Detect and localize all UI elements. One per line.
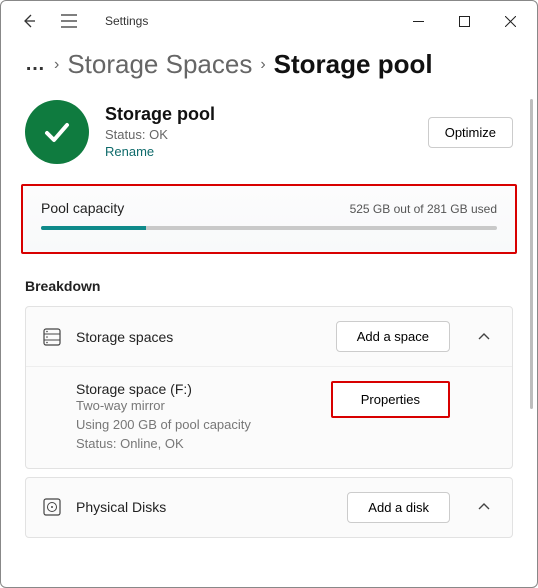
close-button[interactable] bbox=[487, 5, 533, 37]
scrollbar-vertical[interactable] bbox=[530, 99, 533, 409]
breadcrumb-current: Storage pool bbox=[274, 49, 433, 80]
pool-capacity-card: Pool capacity 525 GB out of 281 GB used bbox=[21, 184, 517, 254]
space-name: Storage space (F:) bbox=[76, 381, 317, 397]
capacity-label: Pool capacity bbox=[41, 200, 124, 216]
capacity-progress bbox=[41, 226, 497, 230]
collapse-toggle[interactable] bbox=[472, 330, 496, 344]
storage-spaces-label: Storage spaces bbox=[76, 329, 322, 345]
breadcrumb-more-icon[interactable]: … bbox=[25, 53, 46, 76]
add-disk-button[interactable]: Add a disk bbox=[347, 492, 450, 523]
capacity-value: 525 GB out of 281 GB used bbox=[350, 202, 497, 216]
physical-disks-icon bbox=[42, 497, 62, 517]
breadcrumb: … › Storage Spaces › Storage pool bbox=[1, 41, 537, 96]
storage-spaces-icon bbox=[42, 327, 62, 347]
optimize-button[interactable]: Optimize bbox=[428, 117, 513, 148]
chevron-right-icon: › bbox=[260, 56, 265, 74]
breadcrumb-parent[interactable]: Storage Spaces bbox=[67, 49, 252, 80]
chevron-right-icon: › bbox=[54, 56, 59, 74]
collapse-toggle[interactable] bbox=[472, 500, 496, 514]
space-type: Two-way mirror bbox=[76, 397, 317, 416]
breakdown-heading: Breakdown bbox=[25, 278, 537, 294]
space-usage: Using 200 GB of pool capacity bbox=[76, 416, 317, 435]
status-ok-icon bbox=[25, 100, 89, 164]
properties-button[interactable]: Properties bbox=[331, 381, 450, 418]
pool-title: Storage pool bbox=[105, 104, 412, 125]
add-space-button[interactable]: Add a space bbox=[336, 321, 450, 352]
physical-disks-label: Physical Disks bbox=[76, 499, 333, 515]
space-status: Status: Online, OK bbox=[76, 435, 317, 454]
rename-link[interactable]: Rename bbox=[105, 144, 154, 159]
pool-status: Status: OK bbox=[105, 127, 412, 142]
back-button[interactable] bbox=[17, 9, 41, 33]
physical-disks-card: Physical Disks Add a disk bbox=[25, 477, 513, 538]
storage-space-item: Storage space (F:) Two-way mirror Using … bbox=[26, 366, 512, 468]
app-title: Settings bbox=[105, 14, 148, 28]
minimize-button[interactable] bbox=[395, 5, 441, 37]
maximize-button[interactable] bbox=[441, 5, 487, 37]
storage-spaces-card: Storage spaces Add a space Storage space… bbox=[25, 306, 513, 469]
menu-icon[interactable] bbox=[57, 9, 81, 33]
